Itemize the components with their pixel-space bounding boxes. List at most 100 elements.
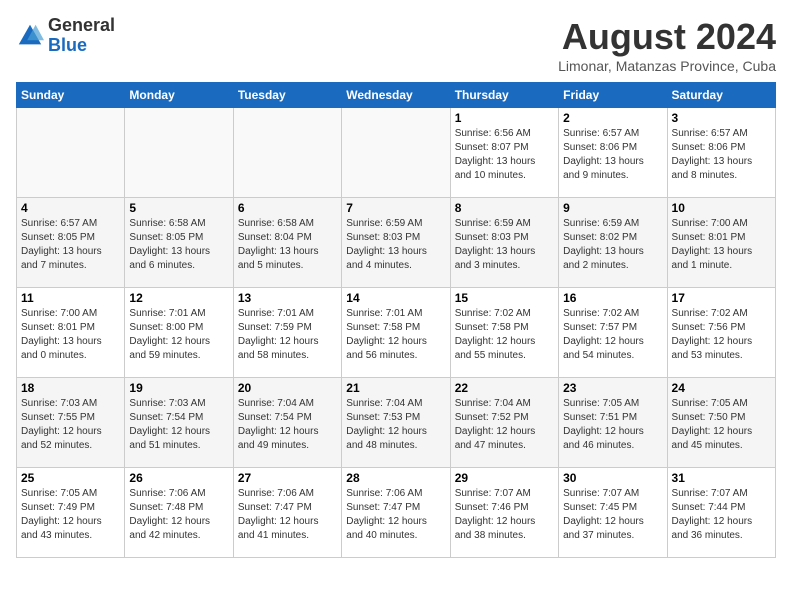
calendar-cell: 24 Sunrise: 7:05 AM Sunset: 7:50 PM Dayli… xyxy=(667,378,775,468)
day-number: 11 xyxy=(21,291,120,305)
calendar-cell: 10Sunrise: 7:00 AM Sunset: 8:01 PM Dayli… xyxy=(667,198,775,288)
day-number: 24 xyxy=(672,381,771,395)
day-info: Sunrise: 7:05 AM Sunset: 7:49 PM Dayligh… xyxy=(21,487,120,543)
day-number: 21 xyxy=(346,381,445,395)
day-of-week-header: Sunday xyxy=(17,83,125,108)
page-header: General Blue August 2024 Limonar, Matanz… xyxy=(16,16,776,74)
logo-general-text: General xyxy=(48,16,115,36)
day-number: 25 xyxy=(21,471,120,485)
day-number: 7 xyxy=(346,201,445,215)
calendar-cell xyxy=(17,108,125,198)
calendar-cell: 5 Sunrise: 6:58 AM Sunset: 8:05 PM Daylig… xyxy=(125,198,233,288)
day-info: Sunrise: 7:07 AM Sunset: 7:45 PM Dayligh… xyxy=(563,487,662,543)
calendar-cell: 28 Sunrise: 7:06 AM Sunset: 7:47 PM Dayli… xyxy=(342,468,450,558)
day-number: 31 xyxy=(672,471,771,485)
day-info: Sunrise: 7:06 AM Sunset: 7:47 PM Dayligh… xyxy=(238,487,337,543)
day-number: 29 xyxy=(455,471,554,485)
day-number: 26 xyxy=(129,471,228,485)
logo-blue-text: Blue xyxy=(48,36,115,56)
calendar-cell: 3 Sunrise: 6:57 AM Sunset: 8:06 PM Daylig… xyxy=(667,108,775,198)
calendar-cell xyxy=(342,108,450,198)
day-info: Sunrise: 7:06 AM Sunset: 7:48 PM Dayligh… xyxy=(129,487,228,543)
day-number: 28 xyxy=(346,471,445,485)
day-info: Sunrise: 6:57 AM Sunset: 8:06 PM Dayligh… xyxy=(672,127,771,183)
day-info: Sunrise: 7:04 AM Sunset: 7:53 PM Dayligh… xyxy=(346,397,445,453)
day-number: 2 xyxy=(563,111,662,125)
day-of-week-header: Friday xyxy=(559,83,667,108)
day-number: 12 xyxy=(129,291,228,305)
day-number: 19 xyxy=(129,381,228,395)
calendar-cell: 17 Sunrise: 7:02 AM Sunset: 7:56 PM Dayli… xyxy=(667,288,775,378)
day-info: Sunrise: 7:05 AM Sunset: 7:51 PM Dayligh… xyxy=(563,397,662,453)
calendar-cell: 29 Sunrise: 7:07 AM Sunset: 7:46 PM Dayli… xyxy=(450,468,558,558)
day-info: Sunrise: 6:56 AM Sunset: 8:07 PM Dayligh… xyxy=(455,127,554,183)
day-info: Sunrise: 7:05 AM Sunset: 7:50 PM Dayligh… xyxy=(672,397,771,453)
day-info: Sunrise: 6:59 AM Sunset: 8:03 PM Dayligh… xyxy=(455,217,554,273)
calendar-cell xyxy=(233,108,341,198)
day-info: Sunrise: 6:57 AM Sunset: 8:05 PM Dayligh… xyxy=(21,217,120,273)
day-info: Sunrise: 7:01 AM Sunset: 7:58 PM Dayligh… xyxy=(346,307,445,363)
day-of-week-header: Monday xyxy=(125,83,233,108)
calendar-cell: 27Sunrise: 7:06 AM Sunset: 7:47 PM Dayli… xyxy=(233,468,341,558)
calendar-cell: 15 Sunrise: 7:02 AM Sunset: 7:58 PM Dayli… xyxy=(450,288,558,378)
calendar-cell: 2 Sunrise: 6:57 AM Sunset: 8:06 PM Daylig… xyxy=(559,108,667,198)
day-info: Sunrise: 6:58 AM Sunset: 8:05 PM Dayligh… xyxy=(129,217,228,273)
day-info: Sunrise: 7:07 AM Sunset: 7:46 PM Dayligh… xyxy=(455,487,554,543)
day-info: Sunrise: 7:03 AM Sunset: 7:54 PM Dayligh… xyxy=(129,397,228,453)
calendar-cell: 1 Sunrise: 6:56 AM Sunset: 8:07 PM Daylig… xyxy=(450,108,558,198)
calendar-header-row: SundayMondayTuesdayWednesdayThursdayFrid… xyxy=(17,83,776,108)
calendar-week-row: 11 Sunrise: 7:00 AM Sunset: 8:01 PM Dayli… xyxy=(17,288,776,378)
calendar-cell: 13 Sunrise: 7:01 AM Sunset: 7:59 PM Dayli… xyxy=(233,288,341,378)
logo-icon xyxy=(16,22,44,50)
title-block: August 2024 Limonar, Matanzas Province, … xyxy=(558,16,776,74)
calendar-cell: 4 Sunrise: 6:57 AM Sunset: 8:05 PM Daylig… xyxy=(17,198,125,288)
day-number: 15 xyxy=(455,291,554,305)
day-number: 4 xyxy=(21,201,120,215)
day-info: Sunrise: 6:59 AM Sunset: 8:02 PM Dayligh… xyxy=(563,217,662,273)
calendar-week-row: 18 Sunrise: 7:03 AM Sunset: 7:55 PM Dayli… xyxy=(17,378,776,468)
day-number: 18 xyxy=(21,381,120,395)
day-number: 13 xyxy=(238,291,337,305)
calendar-cell: 30Sunrise: 7:07 AM Sunset: 7:45 PM Dayli… xyxy=(559,468,667,558)
day-info: Sunrise: 7:03 AM Sunset: 7:55 PM Dayligh… xyxy=(21,397,120,453)
day-number: 16 xyxy=(563,291,662,305)
day-number: 1 xyxy=(455,111,554,125)
calendar-cell: 31 Sunrise: 7:07 AM Sunset: 7:44 PM Dayli… xyxy=(667,468,775,558)
calendar-cell: 7 Sunrise: 6:59 AM Sunset: 8:03 PM Daylig… xyxy=(342,198,450,288)
day-info: Sunrise: 7:02 AM Sunset: 7:57 PM Dayligh… xyxy=(563,307,662,363)
day-of-week-header: Saturday xyxy=(667,83,775,108)
day-number: 10 xyxy=(672,201,771,215)
day-number: 8 xyxy=(455,201,554,215)
calendar-cell: 19 Sunrise: 7:03 AM Sunset: 7:54 PM Dayli… xyxy=(125,378,233,468)
day-info: Sunrise: 6:59 AM Sunset: 8:03 PM Dayligh… xyxy=(346,217,445,273)
calendar-cell: 11 Sunrise: 7:00 AM Sunset: 8:01 PM Dayli… xyxy=(17,288,125,378)
day-of-week-header: Thursday xyxy=(450,83,558,108)
day-number: 14 xyxy=(346,291,445,305)
calendar-week-row: 25 Sunrise: 7:05 AM Sunset: 7:49 PM Dayli… xyxy=(17,468,776,558)
calendar-week-row: 1 Sunrise: 6:56 AM Sunset: 8:07 PM Daylig… xyxy=(17,108,776,198)
calendar-cell: 14 Sunrise: 7:01 AM Sunset: 7:58 PM Dayli… xyxy=(342,288,450,378)
calendar-cell: 16 Sunrise: 7:02 AM Sunset: 7:57 PM Dayli… xyxy=(559,288,667,378)
day-info: Sunrise: 6:57 AM Sunset: 8:06 PM Dayligh… xyxy=(563,127,662,183)
day-number: 20 xyxy=(238,381,337,395)
day-of-week-header: Tuesday xyxy=(233,83,341,108)
day-info: Sunrise: 7:07 AM Sunset: 7:44 PM Dayligh… xyxy=(672,487,771,543)
day-number: 17 xyxy=(672,291,771,305)
day-info: Sunrise: 7:02 AM Sunset: 7:58 PM Dayligh… xyxy=(455,307,554,363)
day-number: 3 xyxy=(672,111,771,125)
day-number: 6 xyxy=(238,201,337,215)
calendar-cell: 6 Sunrise: 6:58 AM Sunset: 8:04 PM Daylig… xyxy=(233,198,341,288)
location: Limonar, Matanzas Province, Cuba xyxy=(558,58,776,74)
day-number: 5 xyxy=(129,201,228,215)
day-info: Sunrise: 7:01 AM Sunset: 7:59 PM Dayligh… xyxy=(238,307,337,363)
day-info: Sunrise: 7:02 AM Sunset: 7:56 PM Dayligh… xyxy=(672,307,771,363)
day-info: Sunrise: 7:01 AM Sunset: 8:00 PM Dayligh… xyxy=(129,307,228,363)
calendar-cell xyxy=(125,108,233,198)
day-info: Sunrise: 7:06 AM Sunset: 7:47 PM Dayligh… xyxy=(346,487,445,543)
day-info: Sunrise: 6:58 AM Sunset: 8:04 PM Dayligh… xyxy=(238,217,337,273)
calendar-week-row: 4 Sunrise: 6:57 AM Sunset: 8:05 PM Daylig… xyxy=(17,198,776,288)
calendar-cell: 8 Sunrise: 6:59 AM Sunset: 8:03 PM Daylig… xyxy=(450,198,558,288)
calendar-cell: 12 Sunrise: 7:01 AM Sunset: 8:00 PM Dayli… xyxy=(125,288,233,378)
day-number: 9 xyxy=(563,201,662,215)
day-info: Sunrise: 7:00 AM Sunset: 8:01 PM Dayligh… xyxy=(21,307,120,363)
